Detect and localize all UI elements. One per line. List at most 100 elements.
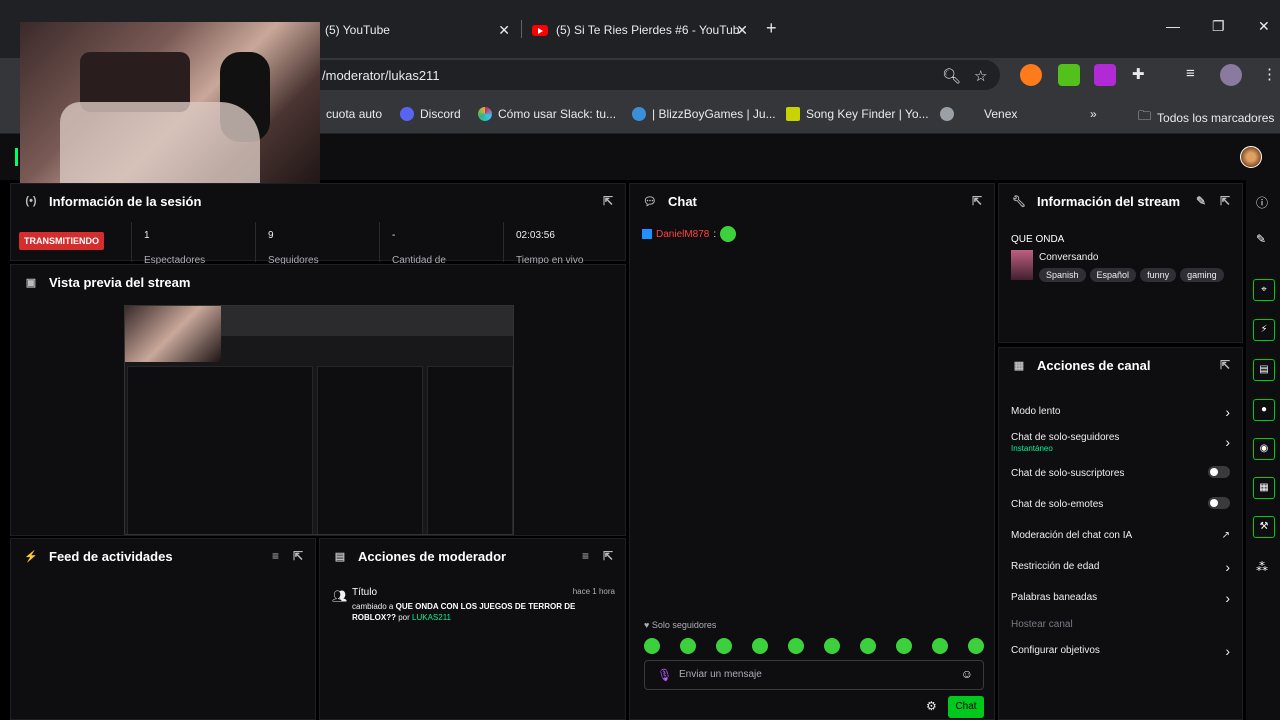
preview-browser-bar xyxy=(221,306,513,336)
channel-actions-icon: ▦ xyxy=(1013,359,1025,372)
bookmark-star-icon[interactable]: ☆ xyxy=(974,67,987,85)
blizzboy-icon xyxy=(632,107,646,121)
close-window-button[interactable]: ✕ xyxy=(1258,18,1270,35)
stream-category[interactable]: Conversando xyxy=(1039,252,1098,263)
panel-title: Feed de actividades xyxy=(49,548,173,564)
log-body: cambiado a QUE ONDA CON LOS JUEGOS DE TE… xyxy=(352,602,576,622)
panel-header: ▤ Acciones de moderador ≡ ⇱ xyxy=(320,539,625,573)
edit-pencil-icon[interactable]: ✎ xyxy=(1196,194,1206,208)
panel-header: (•) Información de la sesión ⇱ xyxy=(11,184,625,218)
action-subscribers-only: Chat de solo-suscriptores xyxy=(1011,466,1230,479)
extension-orange-icon[interactable] xyxy=(1020,64,1042,86)
tab-label: (5) YouTube xyxy=(325,23,390,37)
filter-icon[interactable]: ≡ xyxy=(582,549,589,563)
emoji-picker-icon[interactable]: ☺ xyxy=(961,667,973,681)
chevron-right-icon: › xyxy=(1225,434,1230,450)
chat-bubble-icon[interactable]: ● xyxy=(1253,399,1275,421)
profile-avatar[interactable] xyxy=(1220,64,1242,86)
popout-icon[interactable]: ⇱ xyxy=(603,194,613,208)
tab-youtube[interactable]: (5) YouTube ✕ xyxy=(315,14,520,46)
emote-icon[interactable] xyxy=(968,638,984,654)
lightning-icon[interactable]: ⚡︎ xyxy=(1253,319,1275,341)
session-stats: TRANSMITIENDO 1 Espectadores 9 Seguidores … xyxy=(11,222,625,266)
bookmark-song-key-finder[interactable]: Song Key Finder | Yo... xyxy=(786,107,929,121)
tab-close-icon[interactable]: ✕ xyxy=(736,22,748,39)
extension-green-icon[interactable] xyxy=(1058,64,1080,86)
users-icon: 👥︎ xyxy=(332,589,348,603)
emote-icon[interactable] xyxy=(680,638,696,654)
chat-username[interactable]: DanielM878 xyxy=(656,229,709,240)
all-bookmarks-folder[interactable]: 🗀 Todos los marcadores xyxy=(1138,107,1274,129)
popout-icon[interactable]: ⇱ xyxy=(1220,358,1230,372)
emote-icon[interactable] xyxy=(896,638,912,654)
action-age-restriction[interactable]: Restricción de edad › xyxy=(1011,559,1230,575)
emotes-only-toggle[interactable] xyxy=(1208,497,1230,509)
screenshot-icon[interactable]: ⌖ xyxy=(1253,279,1275,301)
popout-icon[interactable]: ⇱ xyxy=(1220,194,1230,208)
chat-message-input[interactable]: 🎙︎ Enviar un mensaje ☺ xyxy=(644,660,984,690)
extensions-puzzle-icon[interactable]: ✚ xyxy=(1132,65,1145,83)
bookmark-blizzboygames[interactable]: | BlizzBoyGames | Ju... xyxy=(632,107,776,121)
globe-icon[interactable] xyxy=(940,107,954,121)
tag[interactable]: Spanish xyxy=(1039,268,1086,282)
emote-icon[interactable] xyxy=(644,638,660,654)
minimize-button[interactable]: — xyxy=(1166,18,1180,34)
tag[interactable]: gaming xyxy=(1180,268,1224,282)
edit-pencil-icon[interactable]: ✎ xyxy=(1256,232,1266,246)
emote-icon[interactable] xyxy=(716,638,732,654)
live-badge: TRANSMITIENDO xyxy=(19,232,104,250)
log-heading: Título xyxy=(352,587,378,598)
extension-purple-icon[interactable] xyxy=(1094,64,1116,86)
subscribers-only-toggle[interactable] xyxy=(1208,466,1230,478)
zoom-icon[interactable]: 🔍︎ xyxy=(942,67,961,85)
channel-actions-icon[interactable]: ▦ xyxy=(1253,477,1275,499)
user-avatar[interactable] xyxy=(1240,146,1262,168)
stream-preview-video[interactable] xyxy=(124,305,514,535)
popout-icon[interactable]: ⇱ xyxy=(603,549,613,563)
bookmark-cuota-auto[interactable]: cuota auto xyxy=(326,107,382,121)
action-banned-words[interactable]: Palabras baneadas › xyxy=(1011,590,1230,606)
bookmark-slack[interactable]: Cómo usar Slack: tu... xyxy=(478,107,616,121)
emote-icon[interactable] xyxy=(860,638,876,654)
moderator-badge-icon xyxy=(642,229,652,239)
tag[interactable]: Español xyxy=(1089,268,1137,282)
action-host-channel: Hostear canal xyxy=(1011,619,1073,630)
tab-close-icon[interactable]: ✕ xyxy=(498,22,510,39)
popout-icon[interactable]: ⇱ xyxy=(972,194,982,208)
wrench-icon[interactable]: ⚒ xyxy=(1253,516,1275,538)
bookmark-discord[interactable]: Discord xyxy=(400,107,461,121)
tab-si-te-ries[interactable]: (5) Si Te Ries Pierdes #6 - YouTub ✕ xyxy=(522,14,758,46)
more-bookmarks-icon[interactable]: » xyxy=(1090,107,1097,121)
emote-icon[interactable] xyxy=(932,638,948,654)
chat-settings-gear-icon[interactable]: ⚙ xyxy=(926,699,937,713)
action-followers-only[interactable]: Chat de solo-seguidores Instantáneo › xyxy=(1011,432,1230,453)
tag[interactable]: funny xyxy=(1140,268,1177,282)
bookmark-venex[interactable]: Venex xyxy=(984,107,1017,121)
action-configure-goals[interactable]: Configurar objetivos › xyxy=(1011,643,1230,659)
add-widget-icon[interactable]: ⁂ xyxy=(1256,560,1268,574)
emote-icon[interactable] xyxy=(752,638,768,654)
media-control-icon[interactable]: ≡ xyxy=(1186,65,1195,82)
address-bar[interactable]: /moderator/lukas211 🔍︎ ☆ xyxy=(300,60,1000,90)
chat-send-button[interactable]: Chat xyxy=(948,696,984,718)
popout-icon[interactable]: ⇱ xyxy=(293,549,303,563)
emote-icon[interactable] xyxy=(824,638,840,654)
broadcast-icon: (•) xyxy=(25,195,37,207)
panel-header: 🔧︎ Información del stream ✎ ⇱ xyxy=(999,184,1242,218)
info-icon[interactable]: ⓘ xyxy=(1256,194,1268,211)
stream-tags: Spanish Español funny gaming xyxy=(1039,268,1224,282)
restore-button[interactable]: ❐ xyxy=(1212,18,1225,35)
panel-title: Acciones de moderador xyxy=(358,548,507,564)
category-thumbnail[interactable] xyxy=(1011,250,1033,280)
emote-icon[interactable] xyxy=(788,638,804,654)
stat-followers: 9 Seguidores xyxy=(255,222,379,266)
action-slow-mode[interactable]: Modo lento › xyxy=(1011,404,1230,420)
broadcast-icon[interactable]: ◉ xyxy=(1253,438,1275,460)
new-tab-button[interactable]: + xyxy=(766,18,777,39)
browser-menu-icon[interactable]: ⋮ xyxy=(1262,65,1277,83)
action-ai-moderation[interactable]: Moderación del chat con IA ↗ xyxy=(1011,530,1230,541)
microphone-icon[interactable]: 🎙︎ xyxy=(657,668,672,682)
document-icon[interactable]: ▤ xyxy=(1253,359,1275,381)
filter-icon[interactable]: ≡ xyxy=(272,549,279,563)
chevron-right-icon: › xyxy=(1225,590,1230,606)
